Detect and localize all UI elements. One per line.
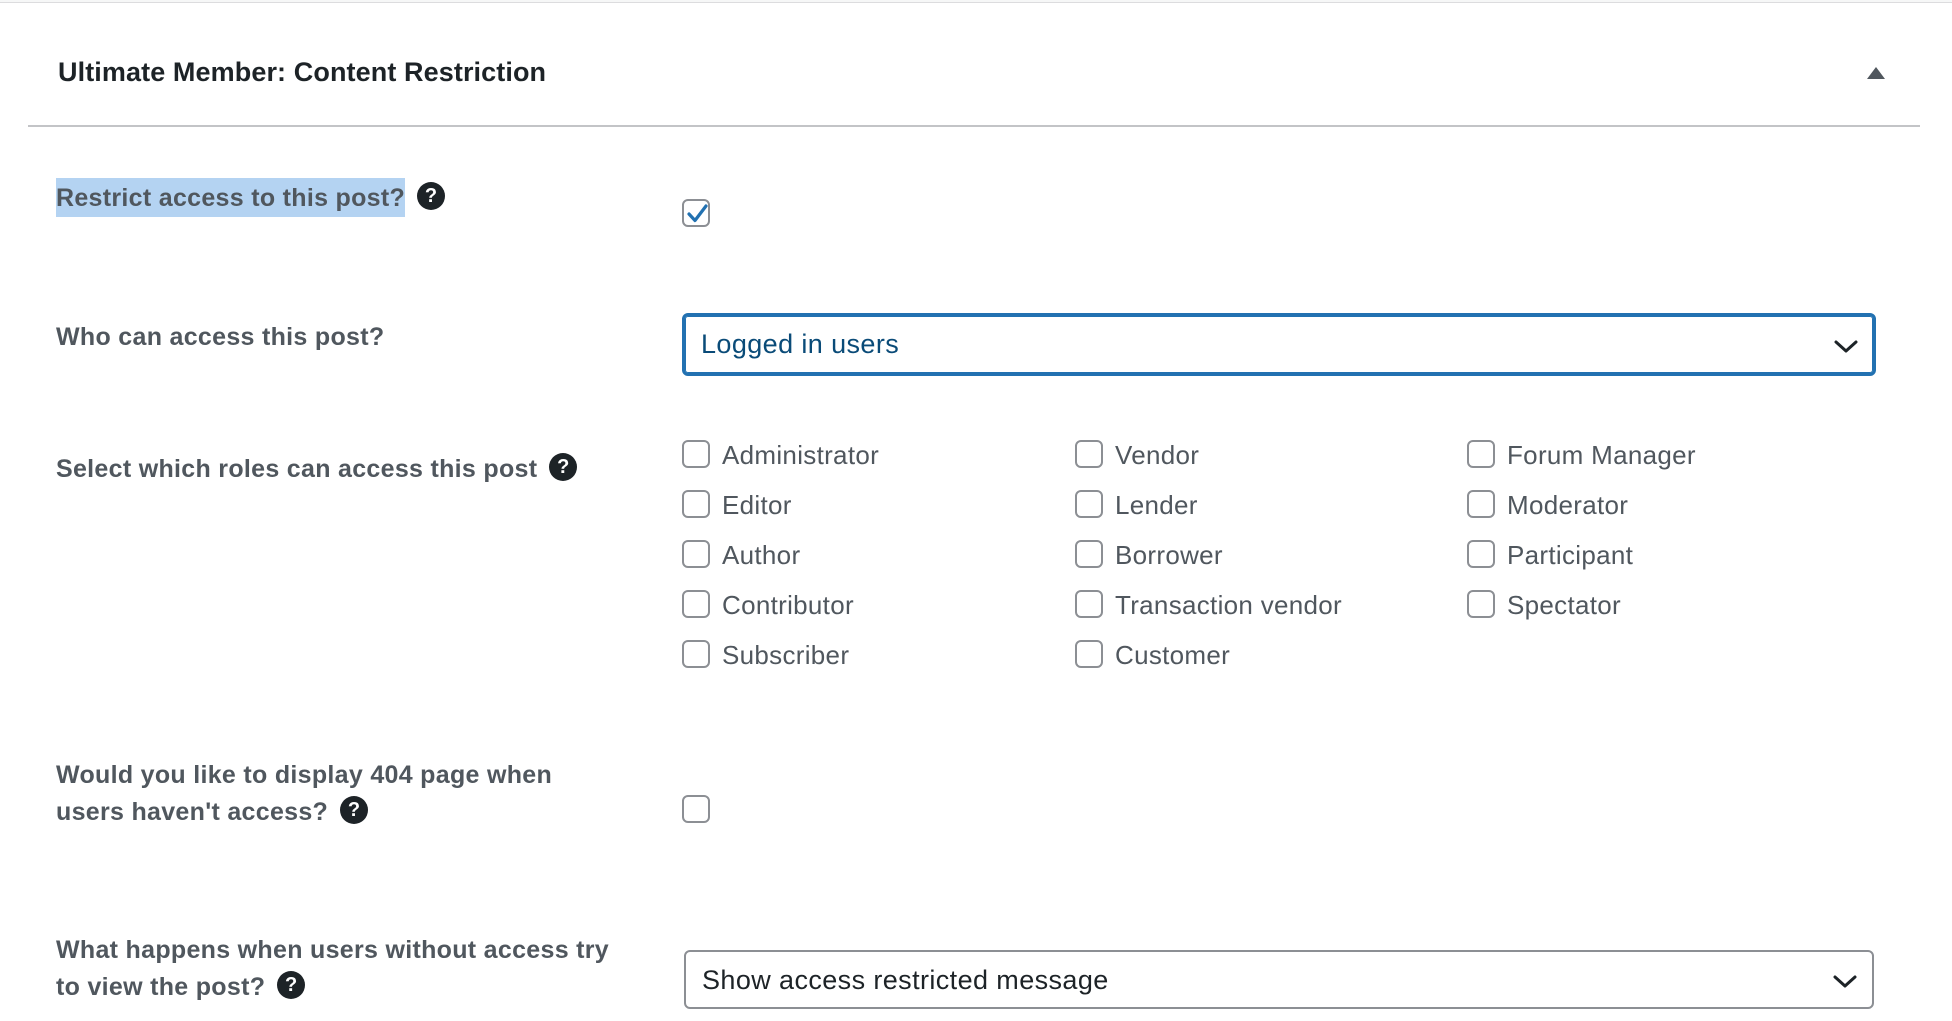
role-label: Spectator: [1507, 590, 1621, 620]
page-404-label-line2-row: users haven't access??: [56, 794, 552, 831]
help-icon[interactable]: ?: [277, 971, 306, 1000]
role-checkbox[interactable]: [682, 640, 710, 668]
collapse-toggle-button[interactable]: [1860, 63, 1890, 87]
no-access-action-value: Show access restricted message: [702, 965, 1109, 995]
role-checkbox[interactable]: [682, 490, 710, 518]
role-label: Forum Manager: [1507, 440, 1696, 470]
page-404-label-line2: users haven't access?: [56, 798, 329, 826]
role-checkbox[interactable]: [1075, 540, 1103, 568]
chevron-down-icon: [1834, 340, 1858, 353]
panel-header[interactable]: Ultimate Member: Content Restriction: [0, 3, 1920, 125]
role-label: Subscriber: [722, 640, 850, 670]
roles-label-text: Select which roles can access this post: [56, 455, 538, 483]
role-label: Contributor: [722, 590, 854, 620]
page-404-label-line1: Would you like to display 404 page when: [56, 761, 553, 789]
help-icon[interactable]: ?: [340, 796, 369, 825]
no-access-action-label: What happens when users without access t…: [56, 932, 609, 1006]
page-404-label: Would you like to display 404 page when …: [56, 757, 552, 831]
role-label: Borrower: [1115, 540, 1223, 570]
header-divider: [28, 125, 1920, 127]
who-can-access-label: Who can access this post?: [56, 323, 385, 351]
no-access-action-select[interactable]: Show access restricted message: [684, 950, 1874, 1009]
role-checkbox[interactable]: [1075, 590, 1103, 618]
role-checkbox[interactable]: [682, 440, 710, 468]
role-checkbox[interactable]: [1075, 440, 1103, 468]
role-label: Participant: [1507, 540, 1634, 570]
role-label: Administrator: [722, 440, 880, 470]
who-can-access-select[interactable]: Logged in users: [682, 313, 1876, 376]
role-checkbox[interactable]: [1467, 590, 1495, 618]
restrict-access-checkbox[interactable]: [682, 199, 710, 227]
chevron-down-icon: [1833, 975, 1857, 988]
role-checkbox[interactable]: [1075, 490, 1103, 518]
no-access-action-label-line1: What happens when users without access t…: [56, 936, 610, 964]
role-label: Transaction vendor: [1115, 590, 1342, 620]
help-icon[interactable]: ?: [549, 453, 578, 482]
role-checkbox[interactable]: [682, 540, 710, 568]
who-can-access-value: Logged in users: [701, 329, 900, 359]
page-404-checkbox[interactable]: [682, 795, 710, 823]
role-label: Lender: [1115, 490, 1198, 520]
panel-title: Ultimate Member: Content Restriction: [58, 57, 547, 87]
triangle-up-icon: [1867, 67, 1885, 79]
role-label: Customer: [1115, 640, 1231, 670]
restrict-access-label-text: Restrict access to this post?: [56, 178, 406, 217]
role-label: Editor: [722, 490, 792, 520]
role-label: Moderator: [1507, 490, 1629, 520]
role-checkbox[interactable]: [1467, 540, 1495, 568]
role-checkbox[interactable]: [1467, 490, 1495, 518]
role-label: Vendor: [1115, 440, 1200, 470]
content-restriction-panel: Ultimate Member: Content Restriction Res…: [0, 2, 1952, 1021]
roles-label: Select which roles can access this post?: [56, 451, 578, 488]
role-checkbox[interactable]: [1467, 440, 1495, 468]
restrict-access-label: Restrict access to this post??: [56, 178, 446, 217]
help-icon[interactable]: ?: [417, 182, 446, 211]
no-access-action-label-line2: to view the post?: [56, 973, 266, 1001]
no-access-action-label-line2-row: to view the post??: [56, 969, 609, 1006]
role-checkbox[interactable]: [682, 590, 710, 618]
role-label: Author: [722, 540, 801, 570]
checkmark-icon: [687, 204, 708, 223]
role-checkbox[interactable]: [1075, 640, 1103, 668]
